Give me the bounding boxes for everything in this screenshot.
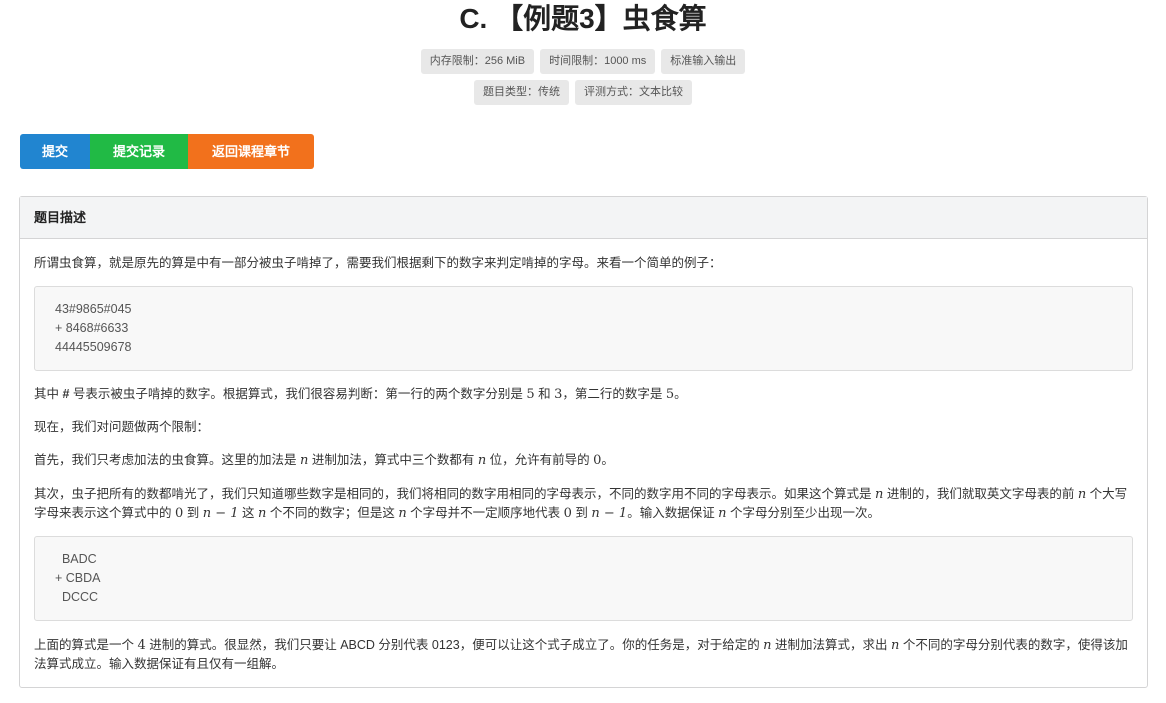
submit-button[interactable]: 提交 [20, 134, 90, 169]
example-code-block: 43#9865#045 + 8468#6633 44445509678 [34, 286, 1133, 371]
section-header: 题目描述 [20, 197, 1147, 239]
submission-records-button[interactable]: 提交记录 [90, 134, 188, 169]
code-line: + CBDA [55, 571, 101, 585]
memory-limit-badge: 内存限制：256 MiB [420, 49, 535, 74]
back-to-chapter-button[interactable]: 返回课程章节 [188, 134, 314, 169]
code-line: 44445509678 [55, 340, 132, 354]
problem-type-badge: 题目类型：传统 [474, 80, 569, 105]
code-line: DCCC [55, 590, 99, 604]
code-line: BADC [55, 552, 97, 566]
code-line: 43#9865#045 [55, 302, 132, 316]
io-badge: 标准输入输出 [661, 49, 746, 74]
second-limit-paragraph: 其次，虫子把所有的数都啃光了，我们只知道哪些数字是相同的，我们将相同的数字用相同… [34, 487, 1128, 521]
hash-explanation-paragraph: 其中 # 号表示被虫子啃掉的数字。根据算式，我们很容易判断：第一行的两个数字分别… [34, 387, 687, 402]
type-badges: 题目类型：传统 评测方式：文本比较 [0, 80, 1166, 105]
limits-paragraph: 现在，我们对问题做两个限制： [34, 420, 210, 434]
intro-paragraph: 所谓虫食算，就是原先的算是中有一部分被虫子啃掉了，需要我们根据剩下的数字来判定啃… [34, 256, 722, 270]
letter-code-block: BADC + CBDA DCCC [34, 536, 1133, 621]
limits-badges: 内存限制：256 MiB 时间限制：1000 ms 标准输入输出 [0, 49, 1166, 74]
problem-title: C. 【例题3】虫食算 [459, 3, 707, 34]
code-line: + 8468#6633 [55, 321, 129, 335]
description-card: 题目描述 所谓虫食算，就是原先的算是中有一部分被虫子啃掉了，需要我们根据剩下的数… [19, 196, 1148, 688]
task-paragraph: 上面的算式是一个 4 进制的算式。很显然，我们只要让 ABCD 分别代表 012… [34, 638, 1128, 671]
action-buttons: 提交 提交记录 返回课程章节 [20, 134, 314, 169]
time-limit-badge: 时间限制：1000 ms [540, 49, 656, 74]
judge-method-badge: 评测方式：文本比较 [575, 80, 692, 105]
first-limit-paragraph: 首先，我们只考虑加法的虫食算。这里的加法是 n 进制加法，算式中三个数都有 n … [34, 453, 614, 468]
